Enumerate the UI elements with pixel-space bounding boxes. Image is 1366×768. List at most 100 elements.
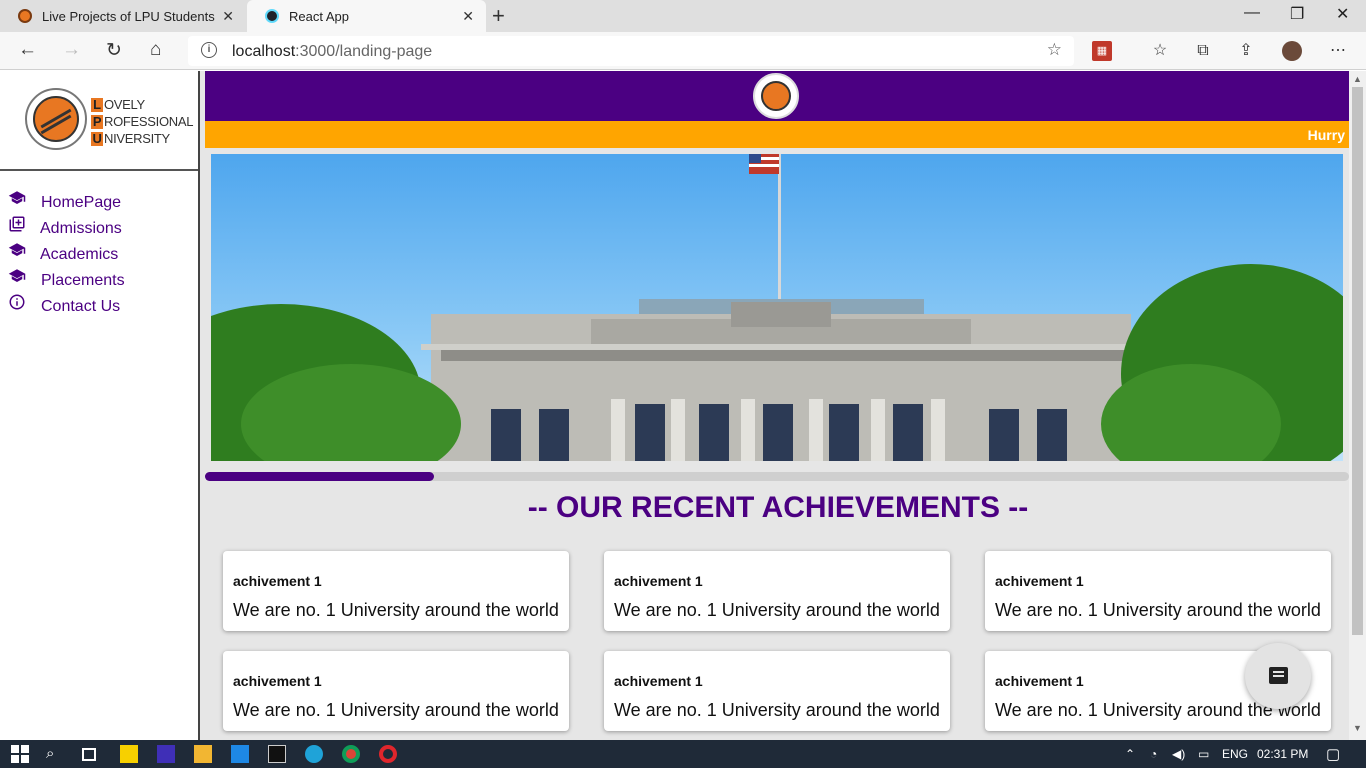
graduation-cap-icon [8,191,26,204]
extension-icon[interactable]: ▦ [1092,41,1112,61]
graduation-cap-icon [8,243,26,256]
university-logo-text: L OVELY P ROFESSIONAL U NIVERSITY [91,97,194,146]
achievement-title: achivement 1 [233,673,322,689]
site-info-icon[interactable]: i [201,42,217,58]
tab-title: Live Projects of LPU Students [42,8,215,24]
sticky-notes-icon[interactable] [120,745,138,763]
share-icon[interactable]: ⇪ [1236,41,1256,61]
achievement-body: We are no. 1 University around the world [614,700,940,720]
achievement-body: We are no. 1 University around the world [233,700,559,720]
close-icon[interactable]: ✕ [462,8,474,25]
address-bar[interactable]: i localhost:3000/landing-page ☆ [188,36,1074,66]
more-menu-icon[interactable]: ⋯ [1328,41,1348,61]
browser-tab-strip: Live Projects of LPU Students ✕ React Ap… [0,0,1366,32]
url-text[interactable]: localhost:3000/landing-page [232,43,432,61]
hero-carousel-image[interactable] [211,154,1343,461]
clock[interactable]: 02:31 PM [1257,747,1308,761]
wifi-icon[interactable]: ◔ [1150,747,1157,761]
tab-title: React App [289,8,349,24]
sidebar-item-contact-us[interactable]: Contact Us [0,293,198,319]
url-host: localhost [232,43,296,60]
amazon-music-icon[interactable] [157,745,175,763]
sidebar-item-academics[interactable]: Academics [0,241,198,267]
react-favicon-icon [265,9,279,23]
browser-tab-lpu[interactable]: Live Projects of LPU Students ✕ [0,0,246,32]
favorites-icon[interactable]: ☆ [1150,41,1170,61]
window-close-icon[interactable]: ✕ [1336,4,1349,24]
page-scrollbar[interactable]: ▲ ▼ [1349,71,1366,740]
achievement-title: achivement 1 [995,673,1084,689]
achievement-body: We are no. 1 University around the world [233,600,559,620]
lpu-favicon-icon [18,9,32,23]
campus-building-illustration [211,154,1343,461]
back-icon[interactable]: ← [18,39,37,61]
carousel-progress-fill [205,472,434,481]
add-box-icon [9,216,25,232]
achievement-card[interactable]: achivement 1 We are no. 1 University aro… [604,551,950,631]
close-icon[interactable]: ✕ [222,8,234,25]
sidebar-item-label: HomePage [41,194,122,211]
windows-taskbar: ⌕ ⌃ ◔ ◀) ▭ ENG 02:31 PM ▢ [0,740,1366,768]
achievement-title: achivement 1 [995,573,1084,589]
chat-icon [1269,667,1288,684]
file-explorer-icon[interactable] [194,745,212,763]
new-tab-icon[interactable]: + [492,3,505,29]
achievement-body: We are no. 1 University around the world [995,600,1321,620]
volume-icon[interactable]: ◀) [1172,747,1185,761]
university-logo[interactable]: L OVELY P ROFESSIONAL U NIVERSITY [0,71,198,171]
favorite-star-icon[interactable]: ☆ [1047,40,1062,60]
url-path: :3000/landing-page [295,43,433,60]
marquee-text: Hurry [1307,127,1345,143]
chat-button[interactable] [1245,643,1311,709]
carousel-progress [205,472,1349,481]
achievement-title: achivement 1 [614,673,703,689]
university-seal-icon [25,88,87,150]
sidebar-item-label: Placements [41,272,125,289]
info-icon [9,294,25,310]
language-indicator[interactable]: ENG [1222,747,1248,761]
scroll-up-icon[interactable]: ▲ [1353,74,1362,84]
browser-tab-react-app[interactable]: React App ✕ [247,0,486,32]
forward-icon[interactable]: → [62,39,81,61]
opera-icon[interactable] [379,745,397,763]
windows-start-icon[interactable] [11,745,29,763]
refresh-icon[interactable]: ↻ [106,39,122,62]
terminal-icon[interactable] [268,745,286,763]
graduation-cap-icon [8,269,26,282]
edge-icon[interactable] [305,745,323,763]
achievement-body: We are no. 1 University around the world [614,600,940,620]
task-view-icon[interactable] [82,748,96,761]
minimize-icon[interactable]: — [1244,4,1260,22]
scroll-down-icon[interactable]: ▼ [1353,723,1362,733]
home-icon[interactable]: ⌂ [150,39,161,61]
achievements-title: -- OUR RECENT ACHIEVEMENTS -- [527,491,1029,524]
sidebar-item-placements[interactable]: Placements [0,267,198,293]
sidebar-item-label: Academics [40,246,119,263]
main-content: Hurry -- OUR RECENT ACHIEVEMENTS -- achi… [200,71,1349,740]
search-icon[interactable]: ⌕ [46,745,64,763]
achievement-card[interactable]: achivement 1 We are no. 1 University aro… [985,551,1331,631]
sidebar-item-label: Contact Us [41,298,121,315]
chrome-icon[interactable] [342,745,360,763]
achievement-card[interactable]: achivement 1 We are no. 1 University aro… [223,551,569,631]
achievement-card[interactable]: achivement 1 We are no. 1 University aro… [604,651,950,731]
profile-avatar-icon[interactable] [1282,41,1302,61]
sidebar-menu: HomePage Admissions Academics Placements… [0,189,198,319]
sidebar-item-label: Admissions [40,220,122,237]
header-bar [205,71,1349,121]
restore-icon[interactable]: ❐ [1290,4,1304,24]
university-seal-icon[interactable] [753,73,799,119]
sidebar-item-admissions[interactable]: Admissions [0,215,198,241]
tray-chevron-icon[interactable]: ⌃ [1125,747,1135,761]
achievement-card[interactable]: achivement 1 We are no. 1 University aro… [223,651,569,731]
achievement-title: achivement 1 [233,573,322,589]
browser-toolbar: ← → ↻ ⌂ i localhost:3000/landing-page ☆ … [0,32,1366,70]
battery-icon[interactable]: ▭ [1198,747,1209,761]
sidebar-item-homepage[interactable]: HomePage [0,189,198,215]
notifications-icon[interactable]: ▢ [1326,745,1340,763]
vscode-icon[interactable] [231,745,249,763]
achievement-title: achivement 1 [614,573,703,589]
scrollbar-thumb[interactable] [1352,87,1363,635]
sidebar: L OVELY P ROFESSIONAL U NIVERSITY HomePage … [0,71,200,740]
collections-icon[interactable]: ⧉ [1193,41,1213,61]
